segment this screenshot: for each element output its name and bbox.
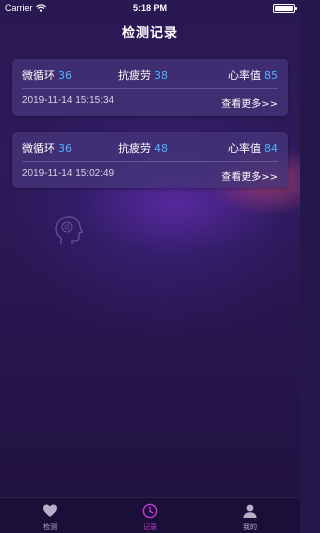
metric-value: 84: [264, 142, 278, 155]
heart-rate-metric: 心率值 84: [228, 140, 278, 156]
view-more-link[interactable]: 查看更多>>: [221, 168, 278, 183]
status-bar: Carrier 5:18 PM: [0, 0, 300, 16]
metric-value: 48: [154, 142, 168, 155]
head-outline-icon: [55, 216, 83, 244]
metric-value: 36: [58, 142, 72, 155]
tab-label: 记录: [143, 523, 157, 531]
status-time: 5:18 PM: [132, 3, 167, 13]
metric-label: 抗疲劳: [118, 142, 151, 155]
micro-circulation-metric: 微循环 36: [22, 67, 72, 83]
tab-records[interactable]: 记录: [100, 498, 200, 533]
heart-icon: [43, 504, 57, 517]
clock-icon: [142, 503, 158, 519]
record-timestamp: 2019-11-14 15:15:34: [22, 95, 115, 106]
metric-value: 85: [264, 69, 278, 82]
anti-fatigue-metric: 抗疲劳 38: [118, 67, 168, 83]
metric-value: 36: [58, 69, 72, 82]
tab-label: 检测: [43, 523, 57, 531]
view-more-link[interactable]: 查看更多>>: [221, 95, 278, 110]
tab-mine[interactable]: 我的: [200, 498, 300, 533]
tab-detect[interactable]: 检测: [0, 498, 100, 533]
battery-icon: [273, 4, 297, 13]
metric-label: 微循环: [22, 142, 55, 155]
metric-label: 心率值: [228, 142, 261, 155]
record-card[interactable]: 微循环 36 抗疲劳 38 心率值 85 2019-11-14 15:15:34 查看…: [12, 59, 288, 116]
anti-fatigue-metric: 抗疲劳 48: [118, 140, 168, 156]
page-title: 检测记录: [121, 26, 178, 41]
record-card[interactable]: 微循环 36 抗疲劳 48 心率值 84 2019-11-14 15:02:49 查看…: [12, 132, 288, 188]
metric-label: 微循环: [22, 69, 55, 82]
tab-label: 我的: [243, 523, 257, 531]
tab-bar: 检测 记录 我的: [0, 497, 300, 533]
record-timestamp: 2019-11-14 15:02:49: [22, 168, 115, 179]
metric-label: 抗疲劳: [118, 69, 151, 82]
user-icon: [243, 504, 257, 518]
metric-value: 38: [154, 69, 168, 82]
divider: [22, 161, 278, 162]
micro-circulation-metric: 微循环 36: [22, 140, 72, 156]
divider: [22, 88, 278, 89]
metric-label: 心率值: [228, 69, 261, 82]
heart-rate-metric: 心率值 85: [228, 67, 278, 83]
